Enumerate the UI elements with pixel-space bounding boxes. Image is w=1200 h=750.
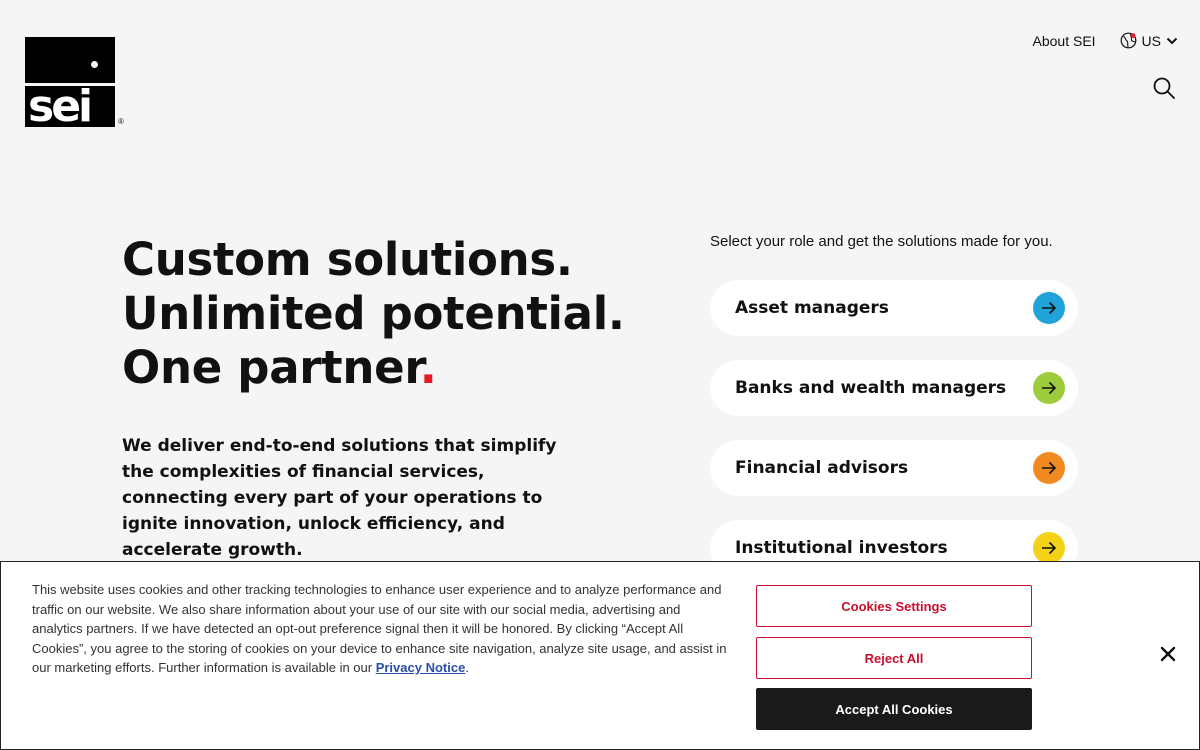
chevron-down-icon [1166, 37, 1178, 45]
globe-icon [1120, 32, 1137, 49]
logo-wordmark: sei [28, 81, 93, 128]
role-card-asset-managers[interactable]: Asset managers [710, 280, 1078, 336]
arrow-right-icon [1033, 292, 1065, 324]
close-banner-button[interactable] [1158, 644, 1178, 664]
accept-all-cookies-button[interactable]: Accept All Cookies [756, 688, 1032, 730]
role-label: Financial advisors [735, 458, 909, 478]
close-icon [1158, 646, 1178, 668]
search-button[interactable] [1152, 76, 1176, 100]
red-dot: . [419, 341, 437, 394]
registered-mark: ® [118, 117, 124, 126]
hero-title-line-3: One partner. [122, 341, 437, 394]
hero-description: We deliver end-to-end solutions that sim… [122, 436, 557, 560]
role-prompt: Select your role and get the solutions m… [710, 233, 1053, 250]
logo-mark: sei [25, 37, 115, 127]
role-card-financial-advisors[interactable]: Financial advisors [710, 440, 1078, 496]
search-icon [1152, 77, 1176, 104]
role-label: Asset managers [735, 298, 889, 318]
cookie-banner: This website uses cookies and other trac… [0, 561, 1200, 750]
page: sei ® About SEI US Custom solutions. Unl… [0, 0, 1200, 750]
region-label: US [1141, 32, 1161, 49]
arrow-right-icon [1033, 532, 1065, 564]
sei-logo[interactable]: sei ® [25, 37, 127, 129]
role-label: Institutional investors [735, 538, 948, 558]
top-nav: About SEI US [1033, 32, 1179, 49]
role-card-banks-wealth-managers[interactable]: Banks and wealth managers [710, 360, 1078, 416]
hero-title-line-1: Custom solutions. [122, 233, 573, 286]
about-sei-link[interactable]: About SEI [1033, 33, 1096, 49]
arrow-right-icon [1033, 372, 1065, 404]
region-selector[interactable]: US [1120, 32, 1178, 49]
cookie-text: This website uses cookies and other trac… [32, 582, 727, 675]
role-label: Banks and wealth managers [735, 378, 1007, 398]
cookies-settings-button[interactable]: Cookies Settings [756, 585, 1032, 627]
privacy-notice-link[interactable]: Privacy Notice [376, 660, 466, 675]
reject-all-button[interactable]: Reject All [756, 637, 1032, 679]
hero-title-line-2: Unlimited potential. [122, 287, 625, 340]
hero-title: Custom solutions. Unlimited potential. O… [122, 233, 625, 395]
arrow-right-icon [1033, 452, 1065, 484]
